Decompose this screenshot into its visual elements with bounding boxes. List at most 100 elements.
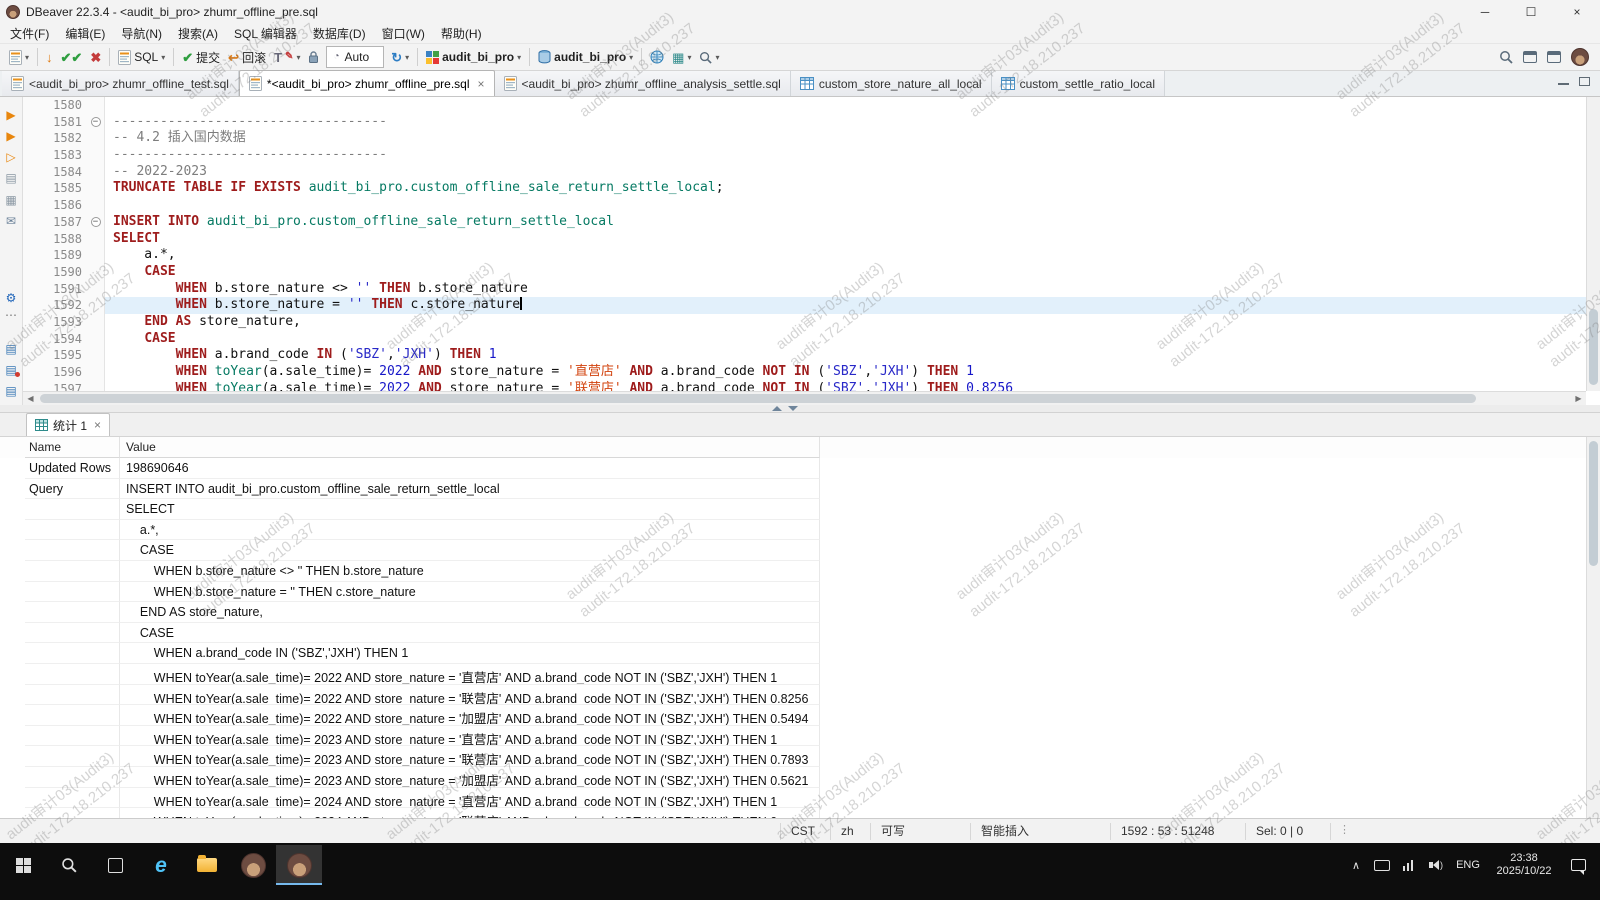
hidden-icons-button[interactable]: ∧ [1343, 845, 1369, 885]
menu-item-4[interactable]: SQL 编辑器 [226, 25, 305, 42]
table-row[interactable]: END AS store_nature, [0, 602, 1600, 623]
scroll-right-icon[interactable]: ▶ [1571, 392, 1586, 405]
code-line[interactable]: ----------------------------------- [105, 114, 1600, 131]
code-line[interactable]: -- 4.2 插入国内数据 [105, 130, 1600, 147]
maximize-panel-icon[interactable] [772, 406, 782, 411]
code-line[interactable]: WHEN toYear(a.sale_time)= 2022 AND store… [105, 381, 1600, 391]
code-line[interactable]: END AS store_nature, [105, 314, 1600, 331]
start-button[interactable] [0, 845, 46, 885]
table-row[interactable]: QueryINSERT INTO audit_bi_pro.custom_off… [0, 479, 1600, 500]
fold-marker[interactable]: − [87, 214, 105, 231]
panel-splitter[interactable] [0, 405, 1600, 413]
filter-button[interactable]: ▾ [695, 45, 723, 69]
fold-marker[interactable]: − [87, 114, 105, 131]
taskbar-search-button[interactable] [46, 845, 92, 885]
refresh-button[interactable]: ↻▾ [387, 45, 413, 69]
more-options-icon[interactable]: ⋯ [2, 308, 20, 323]
language-indicator[interactable]: ENG [1451, 845, 1485, 885]
table-row[interactable]: WHEN toYear(a.sale_time)= 2024 AND store… [0, 788, 1600, 809]
code-line[interactable]: WHEN a.brand_code IN ('SBZ','JXH') THEN … [105, 347, 1600, 364]
code-line[interactable] [105, 97, 1600, 114]
script-icon[interactable]: ▤ [2, 341, 20, 356]
maximize-view-icon[interactable] [1579, 77, 1590, 86]
menu-item-1[interactable]: 编辑(E) [57, 25, 113, 42]
editor-content[interactable]: 15801581−-------------------------------… [23, 97, 1600, 391]
editor-tab[interactable]: <audit_bi_pro> zhumr_offline_analysis_se… [495, 71, 791, 96]
mail-icon[interactable]: ✉ [2, 213, 20, 228]
table-row[interactable]: SELECT [0, 499, 1600, 520]
sql-menu-button[interactable]: SQL▾ [114, 45, 169, 69]
rollback-button[interactable]: ↩回滚 [224, 45, 270, 69]
collapse-icon[interactable]: − [91, 117, 101, 127]
code-line[interactable]: INSERT INTO audit_bi_pro.custom_offline_… [105, 214, 1600, 231]
column-header-value[interactable]: Value [120, 437, 820, 458]
editor-vertical-scrollbar[interactable] [1586, 97, 1600, 391]
minimize-view-icon[interactable] [1558, 77, 1569, 85]
new-sql-editor-button[interactable]: ▾ [5, 45, 33, 69]
file-explorer-button[interactable] [184, 845, 230, 885]
results-vertical-scrollbar[interactable] [1586, 437, 1600, 818]
menu-item-3[interactable]: 搜索(A) [170, 25, 226, 42]
commit-button[interactable]: ✔提交 [178, 45, 224, 69]
code-line[interactable]: CASE [105, 331, 1600, 348]
explain-plan-icon[interactable]: ▤ [2, 171, 20, 186]
editor-tab[interactable]: <audit_bi_pro> zhumr_offline_test.sql [2, 71, 239, 96]
editor-tab[interactable]: custom_store_nature_all_local [791, 71, 992, 96]
code-line[interactable]: CASE [105, 264, 1600, 281]
editor-tab[interactable]: *<audit_bi_pro> zhumr_offline_pre.sql× [239, 70, 495, 96]
code-line[interactable]: a.*, [105, 247, 1600, 264]
status-caret-position[interactable]: 1592 : 53 : 51248 [1110, 823, 1245, 840]
code-line[interactable] [105, 197, 1600, 214]
menu-item-5[interactable]: 数据库(D) [305, 25, 374, 42]
open-perspective-icon[interactable] [1523, 51, 1537, 63]
scroll-left-icon[interactable]: ◀ [23, 392, 38, 405]
menu-item-2[interactable]: 导航(N) [113, 25, 170, 42]
validate-button[interactable]: ✔✔ [57, 45, 87, 69]
menu-item-6[interactable]: 窗口(W) [374, 25, 433, 42]
tab-statistics[interactable]: 统计 1 × [26, 413, 110, 436]
code-line[interactable]: WHEN b.store_nature <> '' THEN b.store_n… [105, 281, 1600, 298]
dbeaver-app-button[interactable] [230, 845, 276, 885]
table-row[interactable]: WHEN toYear(a.sale_time)= 2023 AND store… [0, 767, 1600, 788]
perspective-icon[interactable] [1547, 51, 1561, 63]
table-row[interactable]: Updated Rows198690646 [0, 458, 1600, 479]
menu-item-7[interactable]: 帮助(H) [433, 25, 490, 42]
code-line[interactable]: TRUNCATE TABLE IF EXISTS audit_bi_pro.cu… [105, 180, 1600, 197]
table-row[interactable]: WHEN toYear(a.sale_time)= 2022 AND store… [0, 685, 1600, 706]
lock-button[interactable] [304, 45, 323, 69]
connection-selector[interactable]: audit_bi_pro ▾ [422, 45, 525, 69]
status-insert-mode[interactable]: 智能插入 [970, 823, 1110, 840]
vertical-scroll-thumb[interactable] [1589, 309, 1598, 385]
results-scroll-thumb[interactable] [1589, 441, 1598, 566]
commit-mode-button[interactable]: ▦▾ [668, 45, 695, 69]
cancel-button[interactable]: ✖ [86, 45, 105, 69]
collapse-icon[interactable]: − [91, 217, 101, 227]
auto-refresh-combo[interactable]: ◔Auto [326, 46, 384, 68]
table-row[interactable]: WHEN b.store_nature <> '' THEN b.store_n… [0, 561, 1600, 582]
horizontal-scroll-thumb[interactable] [40, 394, 1476, 403]
network-button[interactable] [1395, 845, 1421, 885]
volume-button[interactable]: ) [1421, 845, 1451, 885]
column-header-name[interactable]: Name [25, 437, 120, 458]
table-row[interactable]: WHEN toYear(a.sale_time)= 2023 AND store… [0, 726, 1600, 747]
maximize-button[interactable]: ☐ [1508, 0, 1554, 23]
schema-selector[interactable]: audit_bi_pro ▾ [534, 45, 637, 69]
menu-item-0[interactable]: 文件(F) [2, 25, 57, 42]
settings-gear-icon[interactable]: ⚙ [2, 291, 20, 306]
task-view-button[interactable] [92, 845, 138, 885]
table-row[interactable]: WHEN toYear(a.sale_time)= 2022 AND store… [0, 664, 1600, 685]
touch-keyboard-button[interactable] [1369, 845, 1395, 885]
internet-explorer-button[interactable]: e [138, 845, 184, 885]
table-row[interactable]: WHEN toYear(a.sale_time)= 2024 AND store… [0, 808, 1600, 818]
dbeaver-community-icon[interactable] [1571, 48, 1589, 66]
code-line[interactable]: SELECT [105, 231, 1600, 248]
execute-new-tab-icon[interactable]: ▶ [2, 128, 20, 143]
minimize-panel-icon[interactable] [788, 406, 798, 411]
table-row[interactable]: WHEN a.brand_code IN ('SBZ','JXH') THEN … [0, 643, 1600, 664]
table-row[interactable]: CASE [0, 540, 1600, 561]
grid-icon[interactable]: ▦ [2, 192, 20, 207]
code-line[interactable]: WHEN b.store_nature = '' THEN c.store_na… [105, 297, 1600, 314]
transaction-mode-button[interactable]: T✎▾ [270, 45, 304, 69]
table-row[interactable]: WHEN toYear(a.sale_time)= 2022 AND store… [0, 705, 1600, 726]
table-row[interactable]: a.*, [0, 520, 1600, 541]
